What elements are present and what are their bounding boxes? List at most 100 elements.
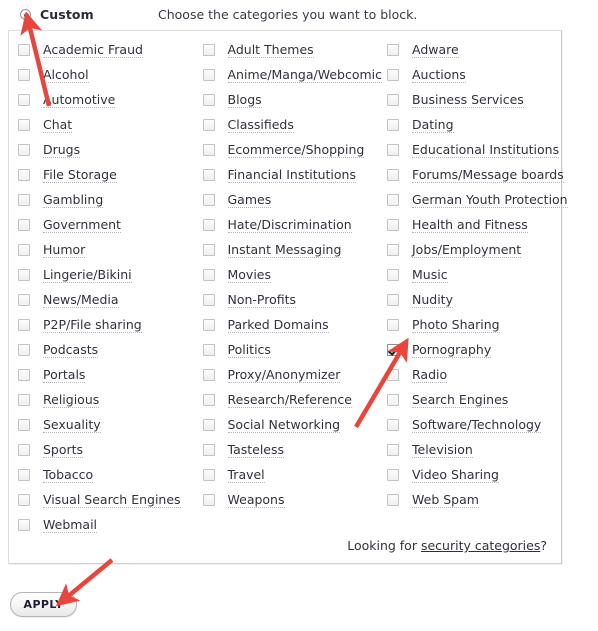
category-checkbox[interactable] xyxy=(202,93,215,106)
category-label[interactable]: Sexuality xyxy=(43,417,101,433)
category-checkbox[interactable] xyxy=(202,318,215,331)
category-label[interactable]: Travel xyxy=(227,467,265,483)
category-row[interactable]: Music xyxy=(387,262,561,287)
category-row[interactable]: Webmail xyxy=(18,512,203,537)
category-label[interactable]: Tasteless xyxy=(227,442,285,458)
category-row[interactable]: Tasteless xyxy=(202,437,388,462)
category-checkbox[interactable] xyxy=(202,118,215,131)
category-checkbox[interactable] xyxy=(202,68,215,81)
category-row[interactable]: Blogs xyxy=(202,87,388,112)
category-row[interactable]: Photo Sharing xyxy=(387,312,561,337)
category-checkbox[interactable] xyxy=(387,168,399,181)
category-row[interactable]: Research/Reference xyxy=(202,387,388,412)
category-label[interactable]: P2P/File sharing xyxy=(43,317,142,333)
category-label[interactable]: Government xyxy=(43,217,121,233)
category-checkbox[interactable] xyxy=(387,443,399,456)
category-row[interactable]: Adware xyxy=(387,37,561,62)
category-row[interactable]: Dating xyxy=(387,112,561,137)
apply-button[interactable]: APPLY xyxy=(10,592,77,617)
category-label[interactable]: Ecommerce/Shopping xyxy=(227,142,365,158)
category-row[interactable]: Humor xyxy=(18,237,203,262)
category-checkbox[interactable] xyxy=(202,243,215,256)
category-row[interactable]: Ecommerce/Shopping xyxy=(202,137,388,162)
category-row[interactable]: Social Networking xyxy=(202,412,388,437)
category-row[interactable]: Drugs xyxy=(18,137,203,162)
category-row[interactable]: Financial Institutions xyxy=(202,162,388,187)
category-row[interactable]: Search Engines xyxy=(387,387,561,412)
category-checkbox[interactable] xyxy=(387,368,399,381)
category-row[interactable]: Nudity xyxy=(387,287,561,312)
category-row[interactable]: Video Sharing xyxy=(387,462,561,487)
category-checkbox[interactable] xyxy=(18,393,30,406)
category-label[interactable]: Auctions xyxy=(412,67,466,83)
category-checkbox[interactable] xyxy=(18,168,30,181)
category-row[interactable]: Automotive xyxy=(18,87,203,112)
category-label[interactable]: Dating xyxy=(412,117,454,133)
category-checkbox[interactable] xyxy=(387,468,399,481)
category-checkbox[interactable] xyxy=(387,268,399,281)
category-label[interactable]: Adware xyxy=(412,42,459,58)
category-checkbox[interactable] xyxy=(387,118,399,131)
category-row[interactable]: Gambling xyxy=(18,187,203,212)
category-row[interactable]: Religious xyxy=(18,387,203,412)
category-row[interactable]: Hate/Discrimination xyxy=(202,212,388,237)
category-label[interactable]: Games xyxy=(227,192,272,208)
category-label[interactable]: Academic Fraud xyxy=(43,42,143,58)
category-checkbox[interactable] xyxy=(387,243,399,256)
category-label[interactable]: Non-Profits xyxy=(227,292,297,308)
category-checkbox[interactable] xyxy=(202,218,215,231)
category-label[interactable]: Proxy/Anonymizer xyxy=(227,367,341,383)
category-label[interactable]: Software/Technology xyxy=(412,417,542,433)
category-label[interactable]: News/Media xyxy=(43,292,119,308)
category-row[interactable]: Sports xyxy=(18,437,203,462)
category-label[interactable]: Pornography xyxy=(412,342,492,358)
category-row[interactable]: Adult Themes xyxy=(202,37,388,62)
category-label[interactable]: Research/Reference xyxy=(227,392,352,408)
category-row[interactable]: Jobs/Employment xyxy=(387,237,561,262)
category-label[interactable]: Weapons xyxy=(227,492,285,508)
category-row[interactable]: Instant Messaging xyxy=(202,237,388,262)
category-row[interactable]: Movies xyxy=(202,262,388,287)
category-row[interactable]: German Youth Protection xyxy=(387,187,568,212)
category-label[interactable]: Search Engines xyxy=(412,392,509,408)
category-label[interactable]: Financial Institutions xyxy=(227,167,356,183)
category-checkbox[interactable] xyxy=(202,143,215,156)
category-label[interactable]: Blogs xyxy=(227,92,262,108)
category-checkbox[interactable] xyxy=(18,368,30,381)
category-checkbox[interactable] xyxy=(202,43,215,56)
category-checkbox[interactable] xyxy=(18,218,30,231)
category-label[interactable]: Classifieds xyxy=(227,117,294,133)
category-checkbox[interactable] xyxy=(18,418,30,431)
category-checkbox[interactable] xyxy=(18,493,30,506)
category-label[interactable]: Health and Fitness xyxy=(412,217,528,233)
category-label[interactable]: German Youth Protection xyxy=(412,192,568,208)
category-checkbox[interactable] xyxy=(387,343,399,356)
category-checkbox[interactable] xyxy=(18,268,30,281)
category-checkbox[interactable] xyxy=(18,93,30,106)
category-checkbox[interactable] xyxy=(202,393,215,406)
category-label[interactable]: Webmail xyxy=(43,517,98,533)
category-label[interactable]: Business Services xyxy=(412,92,524,108)
category-checkbox[interactable] xyxy=(18,443,30,456)
category-row[interactable]: Non-Profits xyxy=(202,287,388,312)
category-row[interactable]: Parked Domains xyxy=(202,312,388,337)
category-label[interactable]: Radio xyxy=(412,367,448,383)
category-row[interactable]: Travel xyxy=(202,462,388,487)
category-label[interactable]: Politics xyxy=(227,342,271,358)
category-row[interactable]: Software/Technology xyxy=(387,412,561,437)
category-row[interactable]: Pornography xyxy=(387,337,561,362)
category-label[interactable]: Jobs/Employment xyxy=(412,242,522,258)
category-row[interactable]: P2P/File sharing xyxy=(18,312,203,337)
category-checkbox[interactable] xyxy=(18,343,30,356)
category-row[interactable]: Classifieds xyxy=(202,112,388,137)
category-label[interactable]: Forums/Message boards xyxy=(412,167,564,183)
category-row[interactable]: Proxy/Anonymizer xyxy=(202,362,388,387)
category-label[interactable]: Hate/Discrimination xyxy=(227,217,352,233)
category-checkbox[interactable] xyxy=(387,418,399,431)
category-checkbox[interactable] xyxy=(387,293,399,306)
category-label[interactable]: Photo Sharing xyxy=(412,317,500,333)
category-row[interactable]: Weapons xyxy=(202,487,388,512)
category-checkbox[interactable] xyxy=(387,318,399,331)
category-row[interactable]: Games xyxy=(202,187,388,212)
category-checkbox[interactable] xyxy=(202,468,215,481)
